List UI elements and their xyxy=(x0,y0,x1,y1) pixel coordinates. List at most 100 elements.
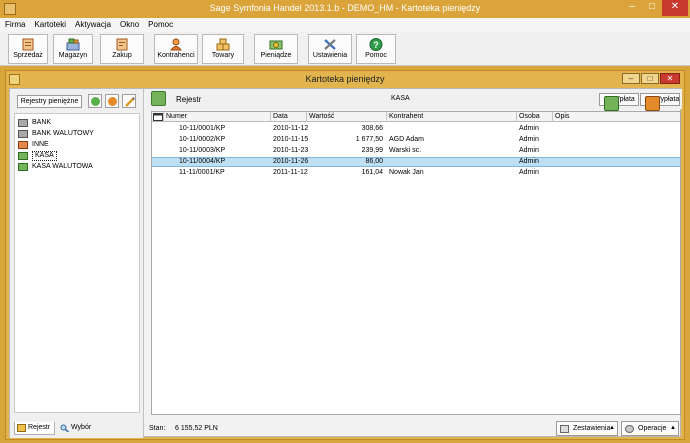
menu-bar: Firma Kartoteki Aktywacja Okno Pomoc xyxy=(0,18,690,32)
menu-kartoteki[interactable]: Kartoteki xyxy=(29,18,70,29)
close-button[interactable]: ✕ xyxy=(662,0,688,16)
tree-item-label: KASA xyxy=(32,151,57,161)
cash-register-icon xyxy=(18,163,28,171)
column-wartosc[interactable]: Wartość xyxy=(307,112,387,122)
cell-kontrahent: AGD Adam xyxy=(389,136,425,143)
toolbar-pieniadze-button[interactable]: Pieniądze xyxy=(254,34,298,64)
cell-numer: 10-11/0002/KP xyxy=(179,136,226,143)
registers-tree[interactable]: BANK BANK WALUTOWY INNE KASA KASA WALUTO… xyxy=(14,113,140,413)
bank-icon xyxy=(18,130,28,138)
withdrawal-icon xyxy=(645,96,660,111)
cell-wartosc: 161,04 xyxy=(361,169,383,176)
operacje-button[interactable]: Operacje ▲ xyxy=(621,421,679,436)
menu-okno[interactable]: Okno xyxy=(115,18,143,29)
purchase-document-icon xyxy=(116,38,128,51)
toolbar-pomoc-button[interactable]: ? Pomoc xyxy=(356,34,396,64)
add-icon xyxy=(91,97,100,106)
cell-wartosc: 1 677,50 xyxy=(355,136,383,143)
tab-rejestr[interactable]: Rejestr xyxy=(14,422,55,435)
toolbar-magazyn-button[interactable]: Magazyn xyxy=(53,34,93,64)
toolbar-ustawienia-button[interactable]: Ustawienia xyxy=(308,34,352,64)
tree-item-label: KASA WALUTOWA xyxy=(32,163,93,170)
menu-aktywacja[interactable]: Aktywacja xyxy=(70,18,115,29)
report-icon xyxy=(560,425,569,433)
column-opis[interactable]: Opis xyxy=(553,112,680,122)
cell-osoba: Admin xyxy=(519,136,539,143)
column-osoba[interactable]: Osoba xyxy=(517,112,553,122)
svg-text:?: ? xyxy=(373,40,379,50)
button-label: Zestawienia xyxy=(573,425,611,432)
remove-register-button[interactable] xyxy=(105,94,119,108)
other-register-icon xyxy=(18,141,28,149)
tree-item-label: BANK xyxy=(32,119,52,126)
cell-numer: 10-11/0004/KP xyxy=(179,158,226,165)
table-row[interactable]: 11-11/0001/KP 2011-11-12 161,04 Nowak Jan Ad… xyxy=(152,168,680,178)
table-row[interactable]: 10-11/0002/KP 2010-11-15 1 677,50 AGD Adam A… xyxy=(152,135,680,145)
cell-numer: 11-11/0001/KP xyxy=(179,169,225,176)
register-name: KASA xyxy=(391,95,410,102)
table-header: Numer Data Wartość Kontrahent Osoba Opis xyxy=(152,112,680,122)
menu-firma[interactable]: Firma xyxy=(0,18,29,29)
toolbar-label: Towary xyxy=(211,52,235,59)
sales-document-icon xyxy=(22,38,34,51)
tab-wybor[interactable]: Wybór xyxy=(58,422,104,435)
cell-wartosc: 308,66 xyxy=(361,125,383,132)
wyplata-button[interactable]: Wypłata xyxy=(640,93,680,111)
window-title: Sage Symfonia Handel 2013.1.b - DEMO_HM … xyxy=(209,3,481,13)
toolbar-label: Pieniądze xyxy=(260,52,292,59)
zestawienia-button[interactable]: Zestawienia ▲ xyxy=(556,421,618,436)
cell-osoba: Admin xyxy=(519,158,539,165)
cell-numer: 10-11/0003/KP xyxy=(179,147,226,154)
child-minimize-button[interactable]: – xyxy=(622,73,640,84)
child-close-button[interactable]: ✕ xyxy=(660,73,680,84)
deposit-icon xyxy=(604,96,619,111)
left-tabs: Rejestr Wybór xyxy=(14,422,140,436)
dropdown-arrow-icon: ▲ xyxy=(609,425,615,431)
settings-tools-icon xyxy=(324,39,336,50)
child-title-bar: Kartoteka pieniędzy – □ ✕ xyxy=(6,71,684,88)
column-kontrahent[interactable]: Kontrahent xyxy=(387,112,517,122)
toolbar-label: Pomoc xyxy=(365,52,387,59)
folder-icon xyxy=(17,424,26,432)
balance-value: 6 155,52 PLN xyxy=(175,425,218,432)
cell-kontrahent: Warski sc. xyxy=(389,147,422,154)
toolbar-sprzedaz-button[interactable]: Sprzedaż xyxy=(8,34,48,64)
menu-pomoc[interactable]: Pomoc xyxy=(143,18,177,29)
toolbar-kontrahenci-button[interactable]: Kontrahenci xyxy=(154,34,198,64)
register-footer: Stan: 6 155,52 PLN Zestawienia ▲ Operacj… xyxy=(147,418,682,438)
gear-icon xyxy=(625,425,634,433)
cell-osoba: Admin xyxy=(519,125,539,132)
button-label: Operacje xyxy=(638,425,667,432)
edit-register-button[interactable] xyxy=(122,94,136,108)
minimize-button[interactable]: – xyxy=(622,0,642,16)
toolbar-zakup-button[interactable]: Zakup xyxy=(100,34,144,64)
money-icon xyxy=(269,40,283,50)
cash-register-icon xyxy=(151,91,166,106)
title-bar: Sage Symfonia Handel 2013.1.b - DEMO_HM … xyxy=(0,0,690,18)
main-toolbar: Sprzedaż Magazyn Zakup Kontrahenci Towar… xyxy=(0,32,690,66)
column-chooser-icon[interactable] xyxy=(152,112,164,122)
documents-table[interactable]: Numer Data Wartość Kontrahent Osoba Opis… xyxy=(151,111,681,415)
table-row[interactable]: 10-11/0004/KP 2010-11-26 86,00 Admin xyxy=(152,157,680,167)
toolbar-label: Sprzedaż xyxy=(13,52,43,59)
add-register-button[interactable] xyxy=(88,94,102,108)
toolbar-label: Magazyn xyxy=(58,52,88,59)
maximize-button[interactable]: □ xyxy=(642,0,662,16)
child-window-title: Kartoteka pieniędzy xyxy=(305,74,385,84)
child-maximize-button[interactable]: □ xyxy=(641,73,659,84)
cell-data: 2011-11-12 xyxy=(273,169,308,176)
registers-dropdown-button[interactable]: Rejestry pieniężne xyxy=(17,95,82,108)
tree-item-label: BANK WALUTOWY xyxy=(32,130,94,137)
column-data[interactable]: Data xyxy=(271,112,307,122)
table-row[interactable]: 10-11/0001/KP 2010-11-12 308,66 Admin xyxy=(152,124,680,134)
table-row[interactable]: 10-11/0003/KP 2010-11-23 239,99 Warski sc. A… xyxy=(152,146,680,156)
goods-boxes-icon xyxy=(216,38,230,51)
registers-panel: Rejestry pieniężne BANK BANK WALUTOWY IN… xyxy=(10,89,144,438)
tab-label: Rejestr xyxy=(28,424,51,431)
toolbar-towary-button[interactable]: Towary xyxy=(202,34,244,64)
cell-kontrahent: Nowak Jan xyxy=(389,169,424,176)
cell-osoba: Admin xyxy=(519,169,539,176)
register-details-panel: Rejestr KASA Wpłata Wypłata Numer Data W… xyxy=(147,89,682,438)
column-numer[interactable]: Numer xyxy=(164,112,271,122)
wplata-button[interactable]: Wpłata xyxy=(599,93,639,111)
